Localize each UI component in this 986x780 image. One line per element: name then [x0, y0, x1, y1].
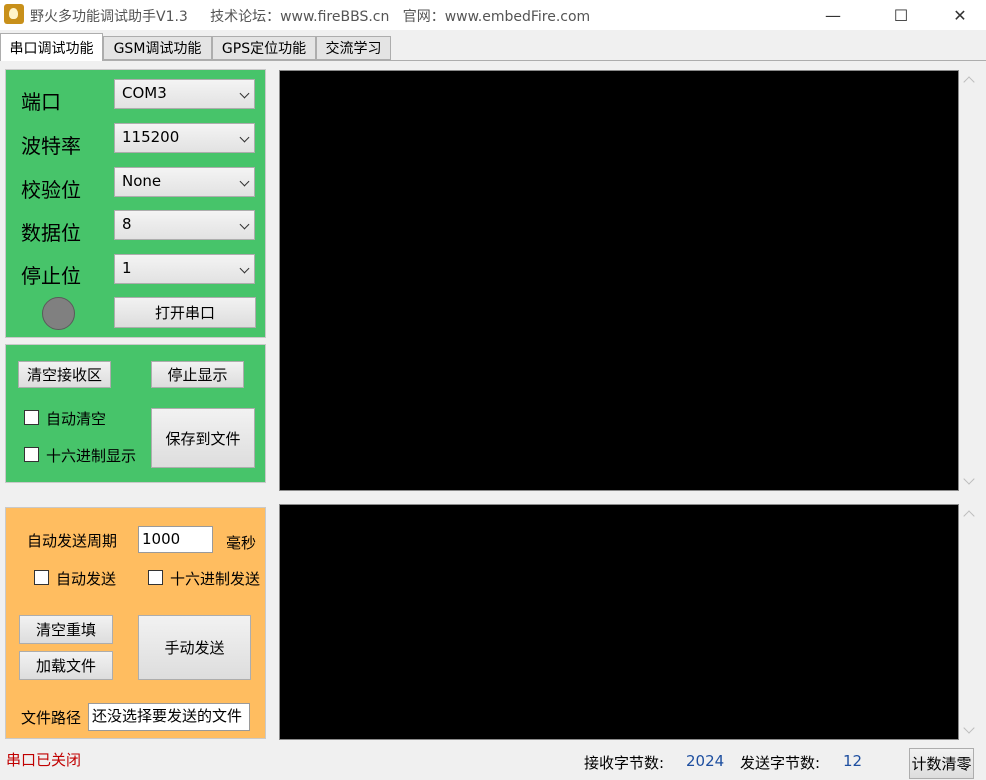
hex-send-label: 十六进制发送 — [170, 570, 261, 588]
port-select[interactable]: COM3 — [114, 79, 255, 109]
hex-display-label: 十六进制显示 — [46, 447, 137, 465]
tab-divider — [0, 60, 986, 61]
close-button[interactable]: ✕ — [937, 0, 983, 30]
reset-count-button[interactable]: 计数清零 — [909, 748, 974, 779]
send-period-input[interactable]: 1000 — [138, 526, 213, 553]
tab-gsm-debug[interactable]: GSM调试功能 — [103, 36, 212, 60]
baud-select[interactable]: 115200 — [114, 123, 255, 153]
window-title: 野火多功能调试助手V1.3 技术论坛：www.fireBBS.cn 官网：www… — [30, 9, 591, 25]
scroll-up-icon[interactable] — [963, 510, 975, 522]
scroll-up-icon[interactable] — [963, 76, 975, 88]
scroll-down-icon[interactable] — [963, 473, 975, 485]
baud-label: 波特率 — [21, 134, 81, 158]
hex-display-checkbox[interactable] — [24, 447, 39, 462]
chevron-down-icon — [239, 176, 250, 187]
parity-label: 校验位 — [21, 178, 81, 202]
file-path-label: 文件路径 — [21, 709, 82, 727]
receive-display-area[interactable] — [279, 70, 959, 491]
rx-count-value: 2024 — [686, 752, 725, 770]
clear-refill-button[interactable]: 清空重填 — [19, 615, 113, 644]
stopbits-select[interactable]: 1 — [114, 254, 255, 284]
auto-send-checkbox[interactable] — [34, 570, 49, 585]
baud-value: 115200 — [122, 128, 180, 146]
port-label: 端口 — [21, 90, 61, 114]
stop-display-button[interactable]: 停止显示 — [151, 361, 244, 388]
parity-select[interactable]: None — [114, 167, 255, 197]
tab-serial-debug[interactable]: 串口调试功能 — [0, 33, 103, 61]
tx-count-value: 12 — [843, 752, 863, 770]
port-state-text: 串口已关闭 — [6, 751, 82, 769]
tx-count-label: 发送字节数: — [740, 754, 821, 772]
databits-select[interactable]: 8 — [114, 210, 255, 240]
chevron-down-icon — [239, 219, 250, 230]
port-value: COM3 — [122, 84, 167, 102]
tab-gps[interactable]: GPS定位功能 — [212, 36, 316, 60]
send-input-area[interactable] — [279, 504, 959, 740]
manual-send-button[interactable]: 手动发送 — [138, 615, 251, 680]
rx-count-label: 接收字节数: — [584, 754, 665, 772]
receive-scrollbar[interactable] — [961, 70, 978, 491]
databits-label: 数据位 — [21, 221, 81, 245]
parity-value: None — [122, 172, 162, 190]
tab-exchange[interactable]: 交流学习 — [316, 36, 391, 60]
send-period-label: 自动发送周期 — [27, 532, 118, 550]
send-period-unit: 毫秒 — [226, 534, 257, 552]
hex-send-checkbox[interactable] — [148, 570, 163, 585]
port-status-led — [42, 297, 75, 330]
save-to-file-button[interactable]: 保存到文件 — [151, 408, 255, 468]
maximize-button[interactable]: ☐ — [878, 0, 924, 30]
auto-clear-checkbox[interactable] — [24, 410, 39, 425]
title-bar: 野火多功能调试助手V1.3 技术论坛：www.fireBBS.cn 官网：www… — [0, 0, 986, 30]
databits-value: 8 — [122, 215, 132, 233]
load-file-button[interactable]: 加载文件 — [19, 651, 113, 680]
send-scrollbar[interactable] — [961, 504, 978, 740]
chevron-down-icon — [239, 263, 250, 274]
stopbits-value: 1 — [122, 259, 132, 277]
chevron-down-icon — [239, 132, 250, 143]
clear-receive-button[interactable]: 清空接收区 — [18, 361, 111, 388]
auto-send-label: 自动发送 — [56, 570, 117, 588]
auto-clear-label: 自动清空 — [46, 410, 107, 428]
minimize-button[interactable]: — — [810, 0, 856, 30]
scroll-down-icon[interactable] — [963, 722, 975, 734]
app-logo-icon — [4, 4, 24, 24]
open-port-button[interactable]: 打开串口 — [114, 297, 256, 328]
stopbits-label: 停止位 — [21, 264, 81, 288]
file-path-field[interactable]: 还没选择要发送的文件 — [88, 703, 250, 731]
chevron-down-icon — [239, 88, 250, 99]
